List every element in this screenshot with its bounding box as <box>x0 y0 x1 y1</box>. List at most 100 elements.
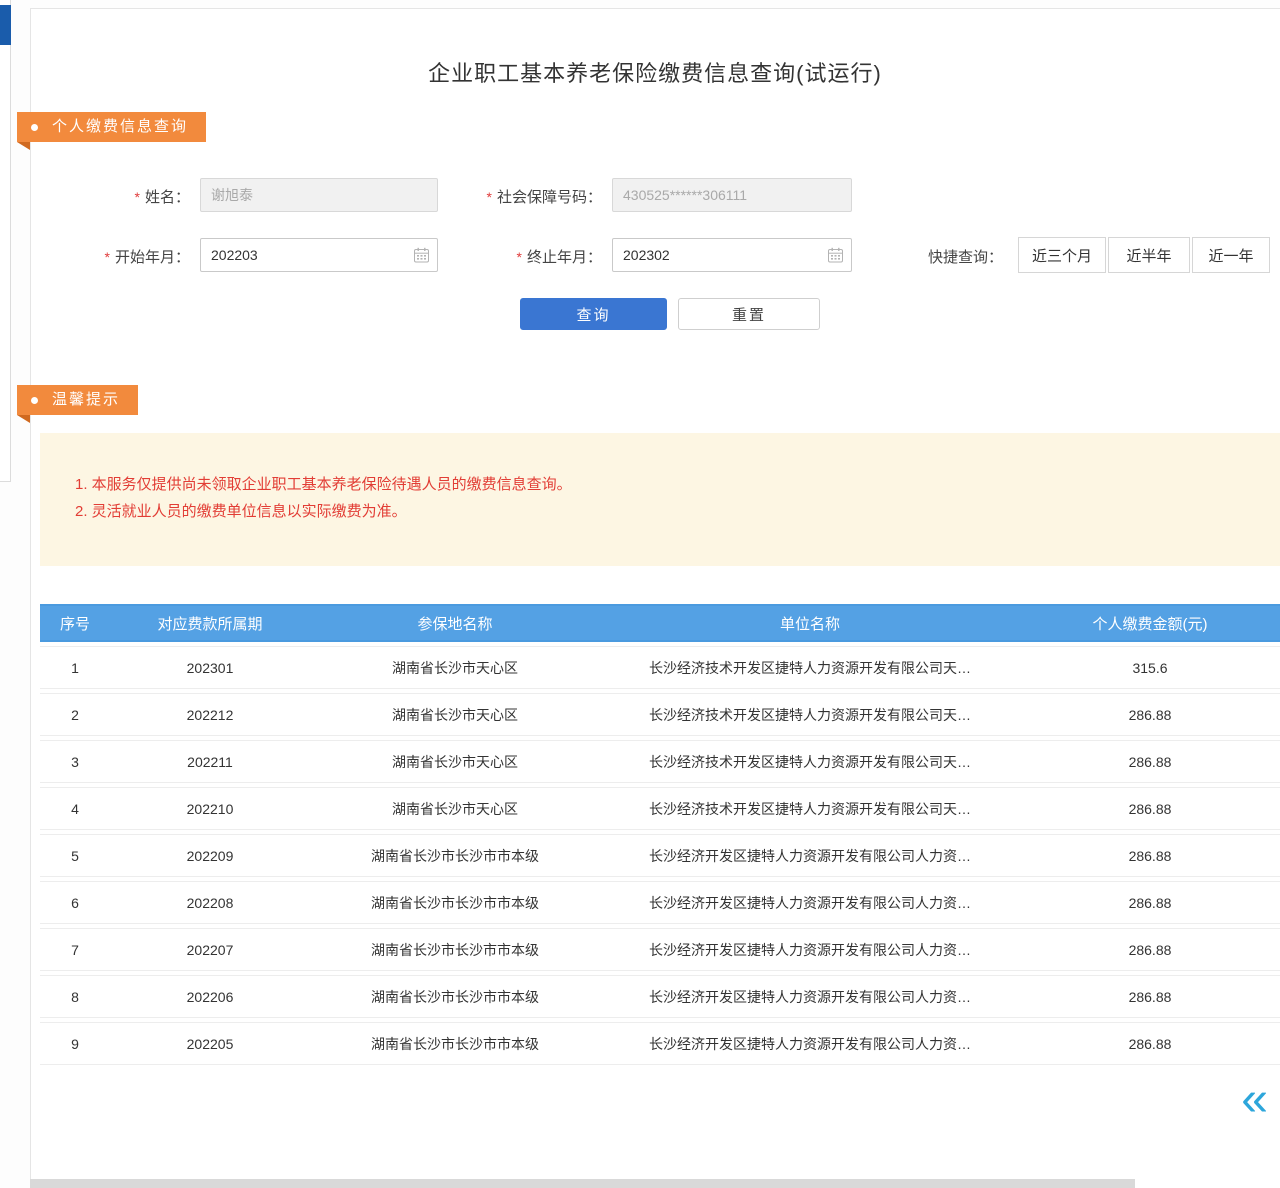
table-cell: 长沙经济开发区捷特人力资源开发有限公司人力资… <box>600 928 1020 971</box>
table-cell: 202206 <box>110 975 310 1018</box>
quick-query-group: 近三个月 近半年 近一年 <box>1018 237 1270 273</box>
tip-line-2: 2. 灵活就业人员的缴费单位信息以实际缴费为准。 <box>75 498 1260 525</box>
name-field[interactable] <box>200 178 438 212</box>
table-cell: 长沙经济技术开发区捷特人力资源开发有限公司天… <box>600 693 1020 736</box>
table-cell: 6 <box>40 881 110 924</box>
table-row: 1202301湖南省长沙市天心区长沙经济技术开发区捷特人力资源开发有限公司天…3… <box>40 646 1280 689</box>
start-month-wrapper <box>200 238 438 272</box>
table-cell: 长沙经济技术开发区捷特人力资源开发有限公司天… <box>600 787 1020 830</box>
col-header-insured-place: 参保地名称 <box>310 604 600 642</box>
table-cell: 湖南省长沙市天心区 <box>310 646 600 689</box>
reset-button[interactable]: 重置 <box>678 298 820 330</box>
start-month-label: *开始年月： <box>72 246 190 267</box>
table-cell: 286.88 <box>1020 1022 1280 1065</box>
table-cell: 湖南省长沙市天心区 <box>310 787 600 830</box>
table-cell: 286.88 <box>1020 975 1280 1018</box>
table-cell: 湖南省长沙市长沙市市本级 <box>310 975 600 1018</box>
table-row: 5202209湖南省长沙市长沙市市本级长沙经济开发区捷特人力资源开发有限公司人力… <box>40 834 1280 877</box>
section-header-personal-query: 个人缴费信息查询 <box>17 112 206 142</box>
table-cell: 286.88 <box>1020 834 1280 877</box>
table-row: 2202212湖南省长沙市天心区长沙经济技术开发区捷特人力资源开发有限公司天…2… <box>40 693 1280 736</box>
table-cell: 286.88 <box>1020 928 1280 971</box>
required-asterisk: * <box>487 189 492 205</box>
table-cell: 7 <box>40 928 110 971</box>
start-month-field[interactable] <box>200 238 438 272</box>
end-month-field[interactable] <box>612 238 852 272</box>
table-cell: 286.88 <box>1020 740 1280 783</box>
table-cell: 湖南省长沙市长沙市市本级 <box>310 881 600 924</box>
table-cell: 202210 <box>110 787 310 830</box>
table-cell: 湖南省长沙市天心区 <box>310 740 600 783</box>
table-cell: 202209 <box>110 834 310 877</box>
collapse-chevron-icon[interactable]: « <box>1241 1076 1268 1124</box>
table-cell: 长沙经济开发区捷特人力资源开发有限公司人力资… <box>600 881 1020 924</box>
table-cell: 315.6 <box>1020 646 1280 689</box>
page-title: 企业职工基本养老保险缴费信息查询(试运行) <box>30 56 1280 88</box>
sidebar-blue-tab[interactable] <box>0 5 11 45</box>
table-cell: 1 <box>40 646 110 689</box>
results-table: 序号 对应费款所属期 参保地名称 单位名称 个人缴费金额(元) 1202301湖… <box>40 600 1280 1069</box>
required-asterisk: * <box>517 249 522 265</box>
table-cell: 8 <box>40 975 110 1018</box>
section-header-tips: 温馨提示 <box>17 385 138 415</box>
table-cell: 长沙经济开发区捷特人力资源开发有限公司人力资… <box>600 975 1020 1018</box>
quick-query-label: 快捷查询： <box>928 246 1012 267</box>
query-button[interactable]: 查询 <box>520 298 667 330</box>
table-row: 3202211湖南省长沙市天心区长沙经济技术开发区捷特人力资源开发有限公司天…2… <box>40 740 1280 783</box>
quick-query-1year-button[interactable]: 近一年 <box>1192 237 1270 273</box>
bottom-scroll-strip <box>30 1179 1135 1188</box>
tips-panel: 1. 本服务仅提供尚未领取企业职工基本养老保险待遇人员的缴费信息查询。 2. 灵… <box>40 433 1280 566</box>
table-cell: 长沙经济开发区捷特人力资源开发有限公司人力资… <box>600 834 1020 877</box>
end-month-wrapper <box>612 238 852 272</box>
table-cell: 286.88 <box>1020 693 1280 736</box>
table-cell: 9 <box>40 1022 110 1065</box>
table-cell: 202212 <box>110 693 310 736</box>
end-month-label: *终止年月： <box>488 246 602 267</box>
table-cell: 5 <box>40 834 110 877</box>
bullet-icon <box>31 124 38 131</box>
table-cell: 286.88 <box>1020 787 1280 830</box>
page: 企业职工基本养老保险缴费信息查询(试运行) 个人缴费信息查询 *姓名： *社会保… <box>0 0 1280 1188</box>
table-cell: 202211 <box>110 740 310 783</box>
ribbon-fold-decoration <box>17 142 30 150</box>
table-cell: 3 <box>40 740 110 783</box>
table-cell: 湖南省长沙市长沙市市本级 <box>310 928 600 971</box>
left-sidebar-strip <box>0 0 11 482</box>
col-header-period: 对应费款所属期 <box>110 604 310 642</box>
table-cell: 4 <box>40 787 110 830</box>
col-header-index: 序号 <box>40 604 110 642</box>
required-asterisk: * <box>105 249 110 265</box>
table-row: 4202210湖南省长沙市天心区长沙经济技术开发区捷特人力资源开发有限公司天…2… <box>40 787 1280 830</box>
quick-query-halfyear-button[interactable]: 近半年 <box>1108 237 1190 273</box>
table-header-row: 序号 对应费款所属期 参保地名称 单位名称 个人缴费金额(元) <box>40 604 1280 642</box>
table-cell: 湖南省长沙市长沙市市本级 <box>310 1022 600 1065</box>
ssn-field[interactable] <box>612 178 852 212</box>
calendar-icon[interactable] <box>413 247 430 263</box>
table-cell: 2 <box>40 693 110 736</box>
table-cell: 286.88 <box>1020 881 1280 924</box>
section-header-label: 温馨提示 <box>52 385 120 415</box>
col-header-employer: 单位名称 <box>600 604 1020 642</box>
table-row: 7202207湖南省长沙市长沙市市本级长沙经济开发区捷特人力资源开发有限公司人力… <box>40 928 1280 971</box>
tip-line-1: 1. 本服务仅提供尚未领取企业职工基本养老保险待遇人员的缴费信息查询。 <box>75 471 1260 498</box>
results-table-body: 1202301湖南省长沙市天心区长沙经济技术开发区捷特人力资源开发有限公司天…3… <box>40 646 1280 1065</box>
table-cell: 长沙经济技术开发区捷特人力资源开发有限公司天… <box>600 646 1020 689</box>
table-cell: 长沙经济技术开发区捷特人力资源开发有限公司天… <box>600 740 1020 783</box>
required-asterisk: * <box>135 189 140 205</box>
table-cell: 202301 <box>110 646 310 689</box>
name-label: *姓名： <box>88 186 190 207</box>
table-row: 6202208湖南省长沙市长沙市市本级长沙经济开发区捷特人力资源开发有限公司人力… <box>40 881 1280 924</box>
table-cell: 湖南省长沙市长沙市市本级 <box>310 834 600 877</box>
table-cell: 202207 <box>110 928 310 971</box>
table-cell: 202208 <box>110 881 310 924</box>
quick-query-3months-button[interactable]: 近三个月 <box>1018 237 1106 273</box>
table-cell: 湖南省长沙市天心区 <box>310 693 600 736</box>
bullet-icon <box>31 397 38 404</box>
table-row: 8202206湖南省长沙市长沙市市本级长沙经济开发区捷特人力资源开发有限公司人力… <box>40 975 1280 1018</box>
col-header-amount: 个人缴费金额(元) <box>1020 604 1280 642</box>
ssn-label: *社会保障号码： <box>448 186 602 207</box>
table-cell: 长沙经济开发区捷特人力资源开发有限公司人力资… <box>600 1022 1020 1065</box>
table-cell: 202205 <box>110 1022 310 1065</box>
calendar-icon[interactable] <box>827 247 844 263</box>
section-header-label: 个人缴费信息查询 <box>52 112 188 142</box>
